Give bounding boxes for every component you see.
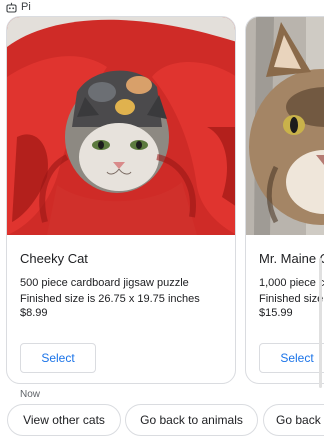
product-card[interactable]: Mr. Maine Coon 1,000 piece cardboard jig… [245,16,324,384]
description-line: 500 piece cardboard jigsaw puzzle [20,277,189,289]
description-line: Finished size is 26.75 x 19.75 inches [259,293,324,305]
description-line: Finished size is 26.75 x 19.75 inches [20,293,200,305]
product-title: Mr. Maine Coon [259,251,324,266]
suggestion-chips: View other cats Go back to animals Go ba… [7,404,324,438]
description-line: 1,000 piece cardboard jigsaw puzzle [259,277,324,289]
message-timestamp: Now [20,389,41,400]
product-price: $8.99 [20,307,48,319]
chip-view-other-cats[interactable]: View other cats [7,404,121,436]
select-button[interactable]: Select [20,343,96,373]
product-description: 1,000 piece cardboard jigsaw puzzle Fini… [259,275,324,307]
product-price: $15.99 [259,307,293,319]
chip-go-back-to-animals[interactable]: Go back to animals [125,404,258,436]
scrollbar[interactable] [319,258,322,388]
product-image [246,17,324,235]
product-card[interactable]: Cheeky Cat 500 piece cardboard jigsaw pu… [6,16,236,384]
message-header: Pi [6,0,31,14]
select-button[interactable]: Select [259,343,324,373]
robot-icon [6,2,17,13]
sender-name: Pi [21,1,31,13]
product-image [7,17,235,235]
product-title: Cheeky Cat [20,251,88,266]
product-carousel[interactable]: Cheeky Cat 500 piece cardboard jigsaw pu… [0,15,324,387]
chip-go-back[interactable]: Go back [263,404,324,436]
product-description: 500 piece cardboard jigsaw puzzle Finish… [20,275,200,307]
